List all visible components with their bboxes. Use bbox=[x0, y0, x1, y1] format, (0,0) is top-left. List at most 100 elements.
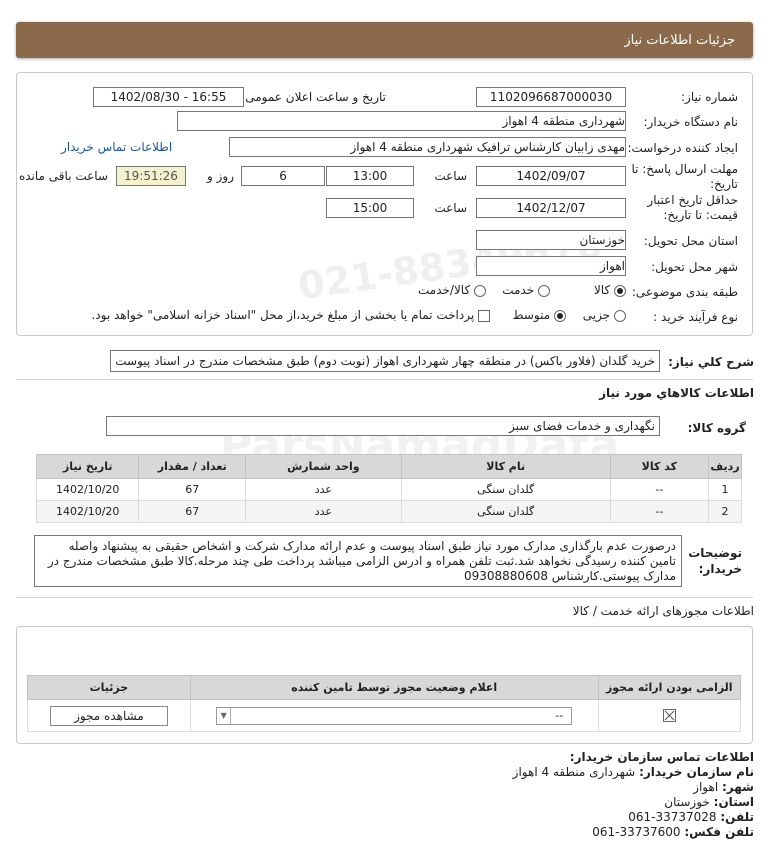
process-medium-label: متوسط bbox=[512, 308, 551, 322]
contact-province-row: استان: خوزستان bbox=[17, 795, 754, 810]
cell-row-number: 1 bbox=[708, 478, 742, 501]
goods-table-header: ردیف کد کالا نام کالا واحد شمارش تعداد /… bbox=[35, 454, 742, 479]
cell-license-status: ▼ -- bbox=[189, 699, 599, 732]
dropdown-arrow-icon[interactable]: ▼ bbox=[217, 707, 232, 724]
description-label: شرح کلي نياز: bbox=[668, 355, 754, 369]
process-minor-label: جزیی bbox=[582, 308, 611, 322]
contact-city: اهواز bbox=[693, 780, 719, 794]
need-info-panel: 021-88349670 شماره نیاز: 110209668700003… bbox=[16, 72, 753, 336]
creator-field: مهدی زابیان کارشناس ترافیک شهرداری منطقه… bbox=[229, 137, 626, 157]
process-label: نوع فرآیند خرید : bbox=[653, 310, 738, 324]
category-label: طبقه بندی موضوعی: bbox=[631, 285, 738, 299]
process-option-minor[interactable]: جزیی bbox=[583, 308, 626, 322]
cell-license-required bbox=[597, 699, 742, 732]
province-label: استان محل تحویل: bbox=[643, 234, 738, 248]
cell-unit: عدد bbox=[245, 478, 402, 501]
deadline-label-1: مهلت ارسال پاسخ: تا bbox=[631, 162, 738, 176]
validity-time-field: 15:00 bbox=[326, 198, 414, 218]
page-title: جزئیات اطلاعات نیاز bbox=[624, 32, 735, 48]
col-unit: واحد شمارش bbox=[245, 454, 402, 479]
process-option-medium[interactable]: متوسط bbox=[512, 308, 566, 322]
contact-province: خوزستان bbox=[664, 795, 710, 809]
contact-fax: 061-33737600 bbox=[592, 825, 681, 839]
goods-section-title: اطلاعات كالاهاي مورد نياز bbox=[599, 386, 754, 400]
cell-item-code: -- bbox=[609, 478, 710, 501]
contact-org-label: نام سازمان خریدار: bbox=[639, 765, 754, 779]
contact-city-label: شهر: bbox=[722, 780, 754, 794]
licenses-table-header: الزامی بودن ارائه مجوز اعلام وضعیت مجوز … bbox=[27, 675, 742, 700]
notes-label-1: توضیحات bbox=[688, 546, 742, 560]
category-both-radio[interactable] bbox=[474, 284, 486, 297]
view-license-button[interactable]: مشاهده مجوز bbox=[49, 705, 168, 726]
cell-unit: عدد bbox=[245, 500, 402, 523]
licenses-table: الزامی بودن ارائه مجوز اعلام وضعیت مجوز … bbox=[27, 675, 742, 732]
col-item-name: نام کالا bbox=[400, 454, 611, 479]
table-row: 2 -- گلدان سنگی عدد 67 1402/10/20 bbox=[35, 500, 742, 523]
deadline-date-field: 1402/09/07 bbox=[476, 166, 626, 186]
category-goods-label: کالا bbox=[593, 283, 611, 297]
payment-option[interactable]: پرداخت تمام یا بخشی از مبلغ خرید،از محل … bbox=[91, 308, 490, 322]
category-service-radio[interactable] bbox=[538, 284, 550, 297]
cell-item-name: گلدان سنگی bbox=[400, 478, 611, 501]
validity-label-1: حداقل تاریخ اعتبار bbox=[647, 193, 738, 207]
table-row: ▼ -- مشاهده مجوز bbox=[27, 699, 742, 732]
col-item-code: کد کالا bbox=[609, 454, 710, 479]
cell-row-number: 2 bbox=[708, 500, 742, 523]
validity-label-2: قیمت: تا تاریخ: bbox=[663, 208, 738, 222]
cell-quantity: 67 bbox=[138, 500, 246, 523]
process-medium-radio[interactable] bbox=[554, 309, 566, 322]
col-license-status: اعلام وضعیت مجوز توسط تامین کننده bbox=[189, 675, 599, 700]
goods-group-field: نگهداری و خدمات فضای سبز bbox=[106, 416, 660, 436]
announce-value: 1402/08/30 - 16:55 bbox=[110, 90, 227, 104]
notes-label-2: خریدار: bbox=[698, 562, 742, 576]
buyer-org-label: نام دستگاه خریدار: bbox=[643, 115, 739, 129]
cell-need-date: 1402/10/20 bbox=[35, 500, 140, 523]
license-status-value: -- bbox=[555, 709, 564, 722]
category-service-label: خدمت bbox=[502, 283, 535, 297]
province-field: خوزستان bbox=[476, 230, 626, 250]
contact-title: اطلاعات تماس سازمان خریدار: bbox=[569, 750, 754, 764]
contact-phone-row: تلفن: 061-33737028 bbox=[17, 810, 754, 825]
deadline-time-label: ساعت bbox=[434, 169, 467, 183]
goods-group-label: گروه کالا: bbox=[687, 421, 746, 435]
deadline-label-2: تاریخ: bbox=[710, 177, 738, 191]
payment-checkbox[interactable] bbox=[478, 309, 490, 322]
col-quantity: تعداد / مقدار bbox=[138, 454, 246, 479]
contact-fax-row: تلفن فکس: 061-33737600 bbox=[17, 825, 754, 840]
payment-note: پرداخت تمام یا بخشی از مبلغ خرید،از محل … bbox=[91, 308, 475, 322]
city-field: اهواز bbox=[476, 256, 626, 276]
category-goods-radio[interactable] bbox=[614, 284, 626, 297]
contact-city-row: شهر: اهواز bbox=[17, 780, 754, 795]
remaining-label: ساعت باقی مانده bbox=[18, 169, 108, 183]
remaining-time-field: 19:51:26 bbox=[116, 166, 186, 186]
validity-date-field: 1402/12/07 bbox=[476, 198, 626, 218]
buyer-org-field: شهرداری منطقه 4 اهواز bbox=[177, 111, 626, 131]
process-minor-radio[interactable] bbox=[614, 309, 626, 322]
cell-quantity: 67 bbox=[138, 478, 246, 501]
col-need-date: تاریخ نیاز bbox=[35, 454, 140, 479]
category-option-both[interactable]: کالا/خدمت bbox=[418, 283, 486, 297]
contact-province-label: استان: bbox=[713, 795, 754, 809]
category-both-label: کالا/خدمت bbox=[417, 283, 471, 297]
col-row-number: ردیف bbox=[708, 454, 742, 479]
deadline-time-field: 13:00 bbox=[326, 166, 414, 186]
announce-field: 1402/08/30 - 16:55 bbox=[93, 87, 244, 107]
licenses-section-title: اطلاعات مجوزهای ارائه خدمت / کالا bbox=[572, 604, 754, 618]
need-number-field: 1102096687000030 bbox=[476, 87, 626, 107]
divider bbox=[16, 597, 753, 598]
contact-phone: 061-33737028 bbox=[628, 810, 717, 824]
contact-info: اطلاعات تماس سازمان خریدار: نام سازمان خ… bbox=[17, 750, 754, 840]
category-option-goods[interactable]: کالا bbox=[594, 283, 626, 297]
cell-license-details: مشاهده مجوز bbox=[27, 699, 191, 732]
divider bbox=[16, 379, 753, 380]
license-status-select[interactable]: ▼ -- bbox=[216, 706, 573, 725]
validity-time-label: ساعت bbox=[434, 201, 467, 215]
description-field: خرید گلدان (فلاور باکس) در منطقه چهار شه… bbox=[110, 350, 660, 372]
notes-field: درصورت عدم بارگذاری مدارک مورد نیاز طبق … bbox=[34, 535, 682, 587]
cell-item-code: -- bbox=[609, 500, 710, 523]
buyer-contact-link[interactable]: اطلاعات تماس خریدار bbox=[61, 140, 172, 154]
contact-org: شهرداری منطقه 4 اهواز bbox=[512, 765, 636, 779]
category-option-service[interactable]: خدمت bbox=[502, 283, 550, 297]
close-box-icon bbox=[662, 709, 676, 723]
page-header: جزئیات اطلاعات نیاز bbox=[16, 22, 753, 58]
